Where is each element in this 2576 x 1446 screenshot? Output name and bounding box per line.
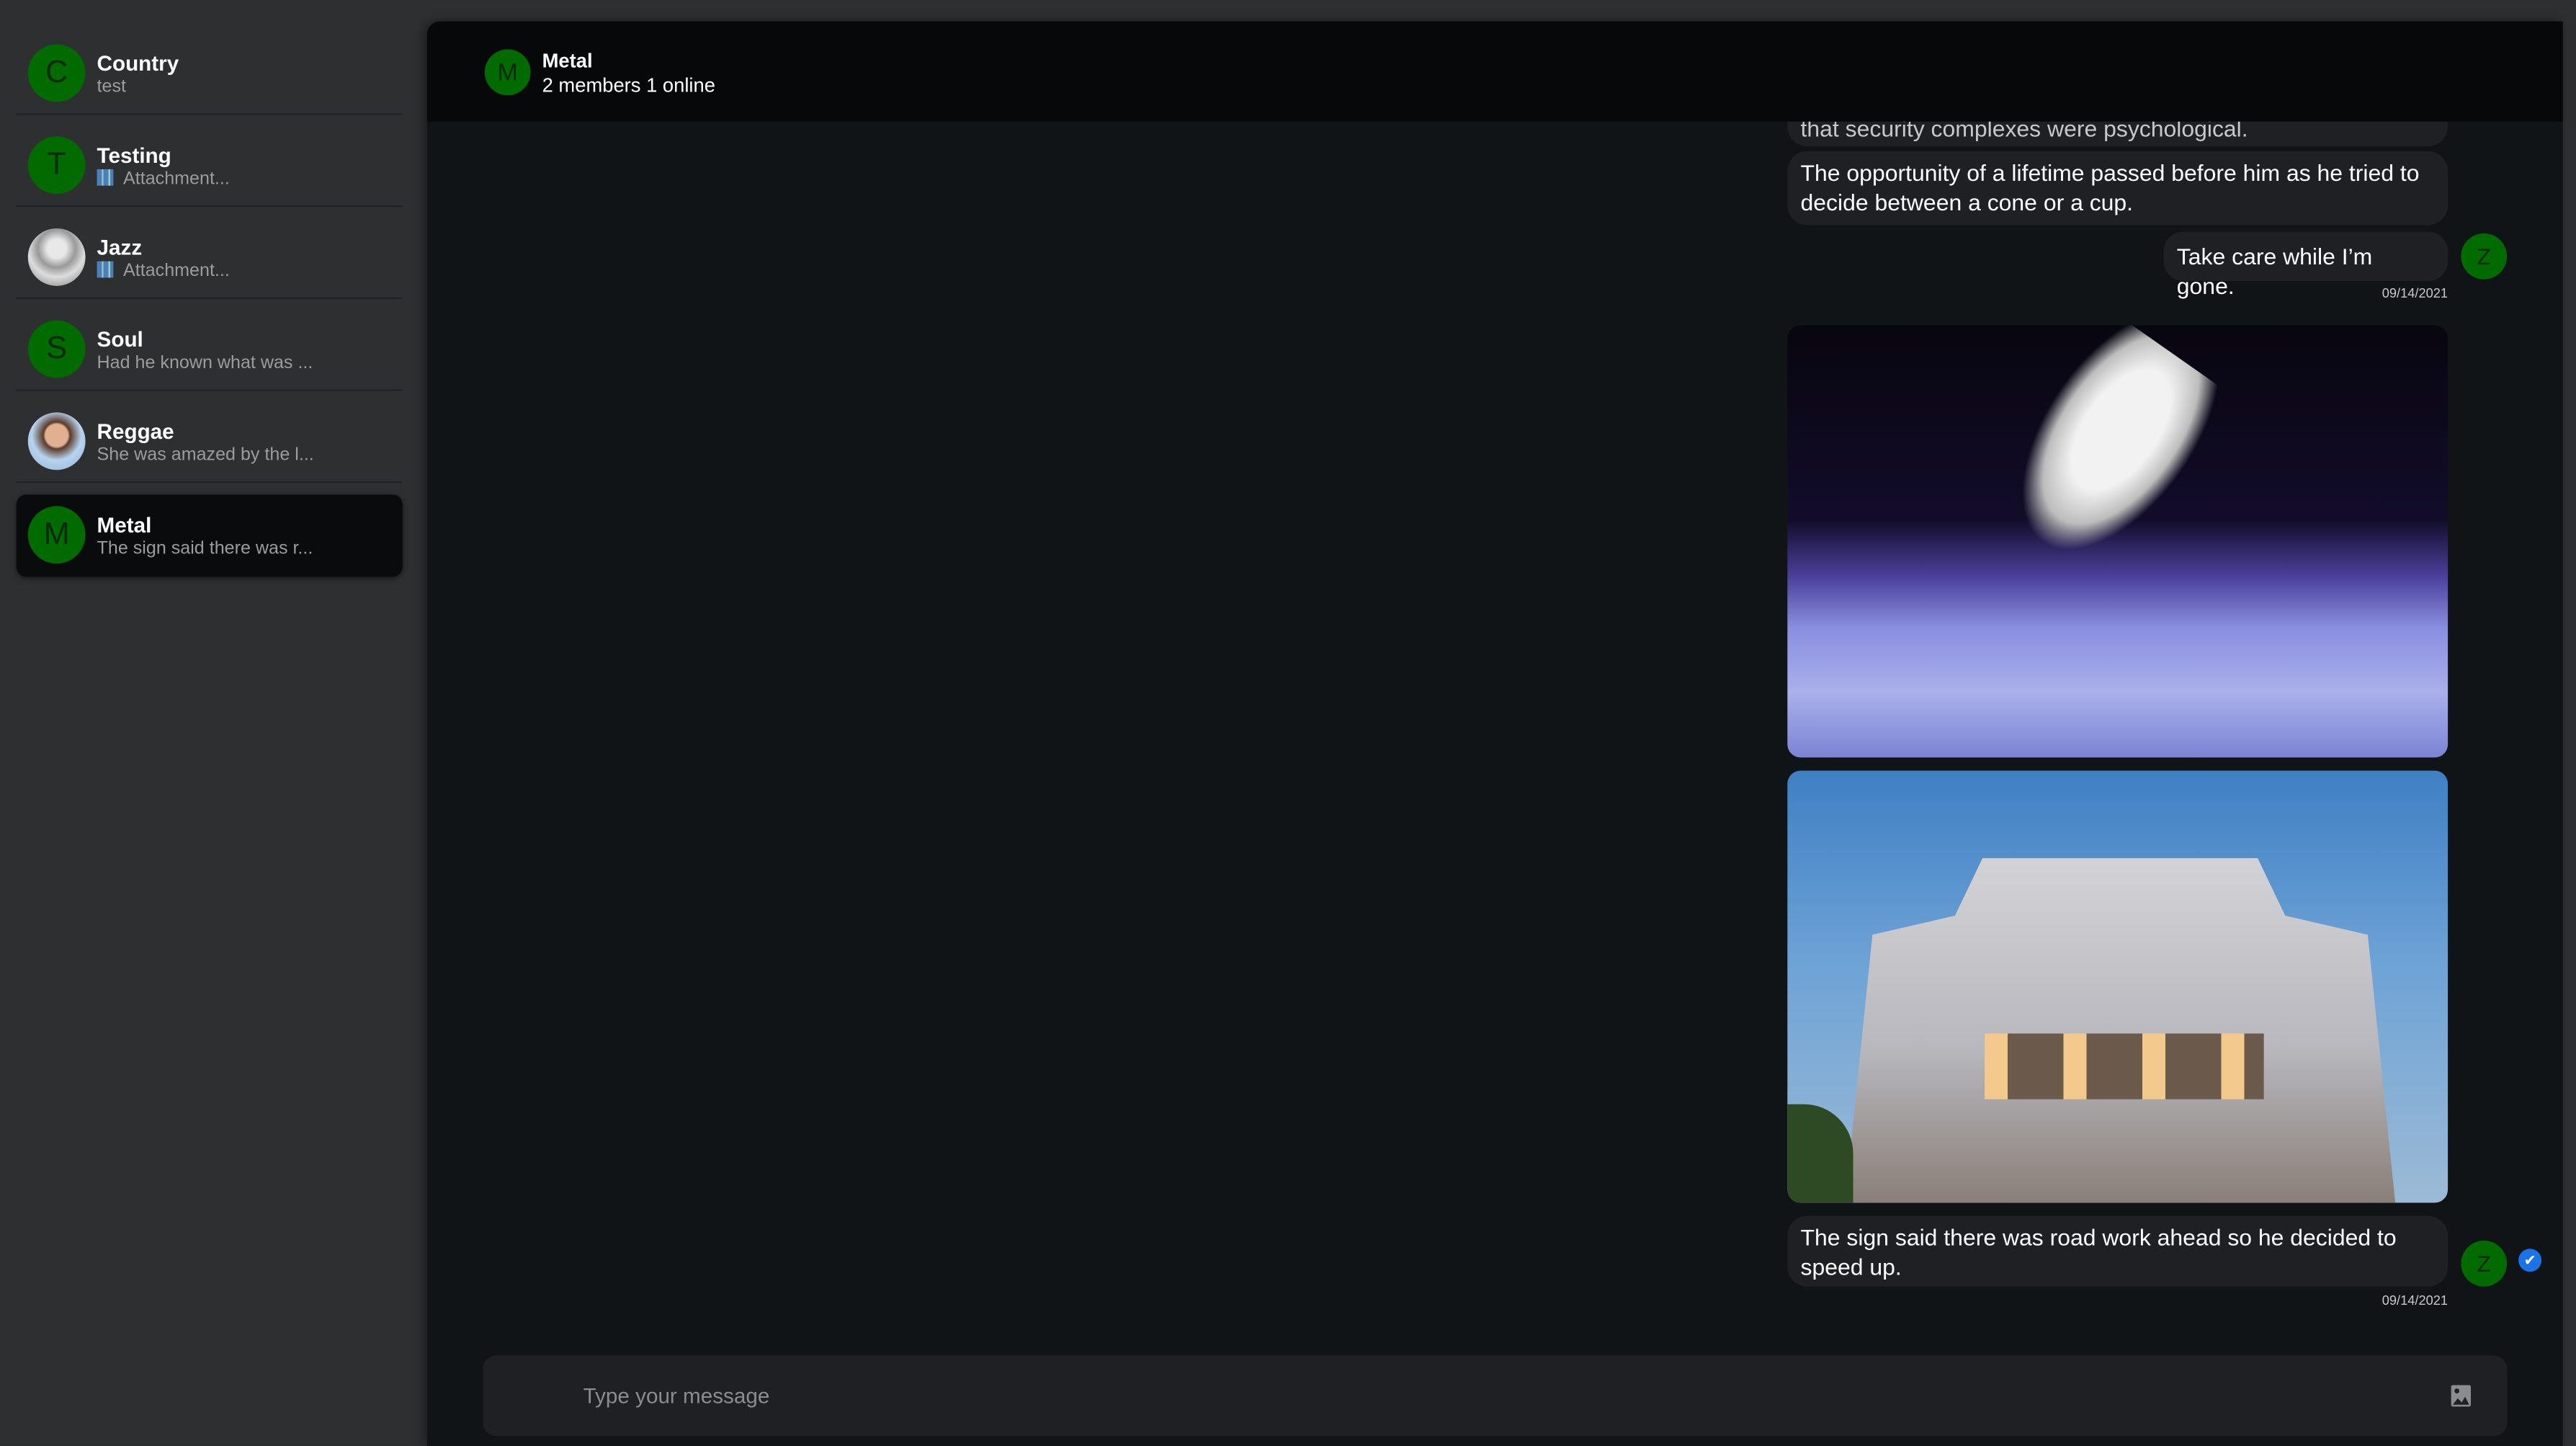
image-attachment-astronaut[interactable] — [1787, 325, 2448, 758]
conversation-preview: The sign said there was r... — [97, 539, 313, 559]
conversation-preview: Had he known what was ... — [97, 353, 313, 373]
message-bubble: The sign said there was road work ahead … — [1787, 1215, 2448, 1287]
conversation-preview: test — [97, 77, 127, 97]
conversation-metal[interactable]: M Metal The sign said there was r... — [16, 494, 403, 577]
message-date: 09/14/2021 — [2382, 1293, 2448, 1308]
room-status: 2 members 1 online — [542, 73, 715, 97]
divider — [16, 113, 403, 115]
conversation-name: Soul — [97, 326, 143, 352]
app: C Country test T Testing Attachment... J… — [0, 0, 2576, 1446]
astronaut-figure — [1981, 325, 2235, 586]
sender-avatar: Z — [2461, 1240, 2508, 1287]
attachment-icon — [97, 261, 114, 278]
room-title: Metal — [542, 49, 593, 73]
sender-avatar: Z — [2461, 233, 2508, 280]
message-bubble: Take care while I’m gone. — [2163, 231, 2448, 299]
divider — [16, 389, 403, 391]
divider — [16, 297, 403, 300]
conversation-reggae[interactable]: Reggae She was amazed by the l... — [17, 401, 403, 483]
preview-text: Attachment... — [123, 261, 230, 281]
conversation-country[interactable]: C Country test — [17, 33, 403, 115]
avatar: C — [27, 44, 86, 102]
conversation-name: Metal — [97, 512, 152, 537]
divider — [16, 481, 403, 483]
conversation-name: Jazz — [97, 235, 143, 260]
avatar: S — [27, 320, 86, 378]
avatar-photo — [27, 228, 86, 286]
message-input[interactable]: Type your message — [583, 1383, 770, 1408]
lit-windows — [1984, 1033, 2264, 1099]
conversation-testing[interactable]: T Testing Attachment... — [17, 125, 403, 207]
avatar: T — [27, 136, 86, 195]
message-bubble: The opportunity of a lifetime passed bef… — [1787, 151, 2448, 226]
message-composer[interactable]: Type your message — [483, 1355, 2508, 1437]
read-check-icon: ✔ — [2518, 1249, 2542, 1272]
tree — [1787, 1104, 1853, 1203]
conversation-name: Country — [97, 50, 179, 76]
conversation-soul[interactable]: S Soul Had he known what was ... — [17, 309, 403, 391]
attachment-icon — [97, 169, 114, 186]
conversation-preview: She was amazed by the l... — [97, 445, 314, 465]
divider — [16, 205, 403, 207]
image-icon[interactable] — [2451, 1385, 2472, 1407]
building-facade — [1845, 858, 2396, 1203]
conversation-name: Reggae — [97, 419, 174, 444]
chat-panel: M Metal 2 members 1 online that security… — [426, 21, 2563, 1446]
avatar-photo — [27, 412, 86, 470]
conversation-name: Testing — [97, 143, 171, 168]
avatar: M — [27, 506, 86, 564]
conversation-preview: Attachment... — [97, 169, 230, 189]
room-avatar: M — [484, 49, 531, 96]
conversation-preview: Attachment... — [97, 261, 230, 281]
image-attachment-building[interactable] — [1787, 770, 2448, 1203]
conversation-jazz[interactable]: Jazz Attachment... — [17, 217, 403, 299]
chat-header: M Metal 2 members 1 online — [426, 21, 2563, 122]
preview-text: Attachment... — [123, 169, 230, 189]
message-date: 09/14/2021 — [2382, 285, 2448, 301]
